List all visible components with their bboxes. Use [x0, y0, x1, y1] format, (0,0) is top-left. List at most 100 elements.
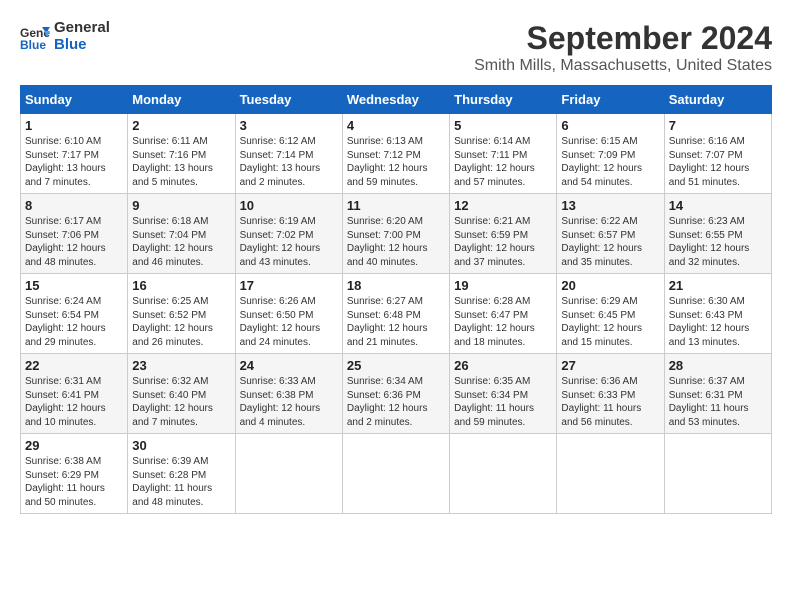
calendar-cell: 6 Sunrise: 6:15 AMSunset: 7:09 PMDaylight… — [557, 114, 664, 194]
day-number: 14 — [669, 198, 767, 213]
day-number: 4 — [347, 118, 445, 133]
title-area: September 2024 Smith Mills, Massachusett… — [474, 20, 772, 75]
day-info: Sunrise: 6:33 AMSunset: 6:38 PMDaylight:… — [240, 375, 338, 429]
header: General Blue General Blue September 2024… — [20, 20, 772, 75]
day-info: Sunrise: 6:32 AMSunset: 6:40 PMDaylight:… — [132, 375, 230, 429]
day-info: Sunrise: 6:24 AMSunset: 6:54 PMDaylight:… — [25, 295, 123, 349]
day-number: 30 — [132, 438, 230, 453]
weekday-header-tuesday: Tuesday — [235, 86, 342, 114]
day-number: 25 — [347, 358, 445, 373]
day-number: 24 — [240, 358, 338, 373]
day-info: Sunrise: 6:18 AMSunset: 7:04 PMDaylight:… — [132, 215, 230, 269]
calendar-cell: 2 Sunrise: 6:11 AMSunset: 7:16 PMDaylight… — [128, 114, 235, 194]
calendar-cell: 24 Sunrise: 6:33 AMSunset: 6:38 PMDayligh… — [235, 354, 342, 434]
week-row-4: 22 Sunrise: 6:31 AMSunset: 6:41 PMDayligh… — [21, 354, 772, 434]
day-info: Sunrise: 6:22 AMSunset: 6:57 PMDaylight:… — [561, 215, 659, 269]
calendar-cell: 25 Sunrise: 6:34 AMSunset: 6:36 PMDayligh… — [342, 354, 449, 434]
day-number: 10 — [240, 198, 338, 213]
day-number: 22 — [25, 358, 123, 373]
calendar-cell: 15 Sunrise: 6:24 AMSunset: 6:54 PMDayligh… — [21, 274, 128, 354]
day-info: Sunrise: 6:31 AMSunset: 6:41 PMDaylight:… — [25, 375, 123, 429]
calendar-cell: 20 Sunrise: 6:29 AMSunset: 6:45 PMDayligh… — [557, 274, 664, 354]
week-row-1: 1 Sunrise: 6:10 AMSunset: 7:17 PMDaylight… — [21, 114, 772, 194]
weekday-header-thursday: Thursday — [450, 86, 557, 114]
calendar-cell — [342, 434, 449, 514]
calendar-cell: 22 Sunrise: 6:31 AMSunset: 6:41 PMDayligh… — [21, 354, 128, 434]
logo-text-line1: General — [54, 20, 110, 37]
calendar-cell: 27 Sunrise: 6:36 AMSunset: 6:33 PMDayligh… — [557, 354, 664, 434]
day-info: Sunrise: 6:28 AMSunset: 6:47 PMDaylight:… — [454, 295, 552, 349]
day-number: 27 — [561, 358, 659, 373]
day-number: 6 — [561, 118, 659, 133]
week-row-5: 29 Sunrise: 6:38 AMSunset: 6:29 PMDayligh… — [21, 434, 772, 514]
calendar-cell: 1 Sunrise: 6:10 AMSunset: 7:17 PMDaylight… — [21, 114, 128, 194]
calendar-cell — [450, 434, 557, 514]
day-number: 18 — [347, 278, 445, 293]
calendar-cell — [557, 434, 664, 514]
weekday-header-monday: Monday — [128, 86, 235, 114]
calendar-cell: 16 Sunrise: 6:25 AMSunset: 6:52 PMDayligh… — [128, 274, 235, 354]
week-row-3: 15 Sunrise: 6:24 AMSunset: 6:54 PMDayligh… — [21, 274, 772, 354]
day-number: 1 — [25, 118, 123, 133]
weekday-header-wednesday: Wednesday — [342, 86, 449, 114]
weekday-header-friday: Friday — [557, 86, 664, 114]
day-number: 2 — [132, 118, 230, 133]
day-number: 29 — [25, 438, 123, 453]
day-number: 5 — [454, 118, 552, 133]
weekday-header-row: SundayMondayTuesdayWednesdayThursdayFrid… — [21, 86, 772, 114]
calendar-cell: 3 Sunrise: 6:12 AMSunset: 7:14 PMDaylight… — [235, 114, 342, 194]
day-number: 8 — [25, 198, 123, 213]
day-info: Sunrise: 6:34 AMSunset: 6:36 PMDaylight:… — [347, 375, 445, 429]
day-number: 9 — [132, 198, 230, 213]
day-info: Sunrise: 6:19 AMSunset: 7:02 PMDaylight:… — [240, 215, 338, 269]
calendar-cell: 11 Sunrise: 6:20 AMSunset: 7:00 PMDayligh… — [342, 194, 449, 274]
day-info: Sunrise: 6:20 AMSunset: 7:00 PMDaylight:… — [347, 215, 445, 269]
calendar-cell: 21 Sunrise: 6:30 AMSunset: 6:43 PMDayligh… — [664, 274, 771, 354]
day-info: Sunrise: 6:30 AMSunset: 6:43 PMDaylight:… — [669, 295, 767, 349]
day-number: 26 — [454, 358, 552, 373]
day-info: Sunrise: 6:23 AMSunset: 6:55 PMDaylight:… — [669, 215, 767, 269]
logo: General Blue General Blue — [20, 20, 110, 53]
day-number: 19 — [454, 278, 552, 293]
day-number: 21 — [669, 278, 767, 293]
calendar-cell: 5 Sunrise: 6:14 AMSunset: 7:11 PMDaylight… — [450, 114, 557, 194]
day-number: 11 — [347, 198, 445, 213]
calendar-cell: 23Sunrise: 6:32 AMSunset: 6:40 PMDayligh… — [128, 354, 235, 434]
calendar-cell — [235, 434, 342, 514]
weekday-header-sunday: Sunday — [21, 86, 128, 114]
calendar-cell: 9 Sunrise: 6:18 AMSunset: 7:04 PMDaylight… — [128, 194, 235, 274]
day-info: Sunrise: 6:35 AMSunset: 6:34 PMDaylight:… — [454, 375, 552, 429]
day-info: Sunrise: 6:15 AMSunset: 7:09 PMDaylight:… — [561, 135, 659, 189]
day-info: Sunrise: 6:25 AMSunset: 6:52 PMDaylight:… — [132, 295, 230, 349]
day-info: Sunrise: 6:14 AMSunset: 7:11 PMDaylight:… — [454, 135, 552, 189]
day-info: Sunrise: 6:29 AMSunset: 6:45 PMDaylight:… — [561, 295, 659, 349]
day-info: Sunrise: 6:12 AMSunset: 7:14 PMDaylight:… — [240, 135, 338, 189]
calendar-cell: 28 Sunrise: 6:37 AMSunset: 6:31 PMDayligh… — [664, 354, 771, 434]
day-info: Sunrise: 6:38 AMSunset: 6:29 PMDaylight:… — [25, 455, 123, 509]
day-info: Sunrise: 6:10 AMSunset: 7:17 PMDaylight:… — [25, 135, 123, 189]
day-info: Sunrise: 6:36 AMSunset: 6:33 PMDaylight:… — [561, 375, 659, 429]
logo-icon: General Blue — [20, 23, 50, 51]
day-number: 28 — [669, 358, 767, 373]
calendar-table: SundayMondayTuesdayWednesdayThursdayFrid… — [20, 85, 772, 514]
day-info: Sunrise: 6:11 AMSunset: 7:16 PMDaylight:… — [132, 135, 230, 189]
calendar-cell: 30 Sunrise: 6:39 AMSunset: 6:28 PMDayligh… — [128, 434, 235, 514]
week-row-2: 8Sunrise: 6:17 AMSunset: 7:06 PMDaylight… — [21, 194, 772, 274]
calendar-cell — [664, 434, 771, 514]
calendar-cell: 19 Sunrise: 6:28 AMSunset: 6:47 PMDayligh… — [450, 274, 557, 354]
weekday-header-saturday: Saturday — [664, 86, 771, 114]
calendar-cell: 29 Sunrise: 6:38 AMSunset: 6:29 PMDayligh… — [21, 434, 128, 514]
day-info: Sunrise: 6:37 AMSunset: 6:31 PMDaylight:… — [669, 375, 767, 429]
day-number: 16 — [132, 278, 230, 293]
day-info: Sunrise: 6:13 AMSunset: 7:12 PMDaylight:… — [347, 135, 445, 189]
day-number: 13 — [561, 198, 659, 213]
day-number: 3 — [240, 118, 338, 133]
calendar-cell: 8Sunrise: 6:17 AMSunset: 7:06 PMDaylight… — [21, 194, 128, 274]
svg-text:Blue: Blue — [20, 38, 46, 51]
day-number: 20 — [561, 278, 659, 293]
day-number: 17 — [240, 278, 338, 293]
day-info: Sunrise: 6:39 AMSunset: 6:28 PMDaylight:… — [132, 455, 230, 509]
day-number: 15 — [25, 278, 123, 293]
calendar-cell: 26 Sunrise: 6:35 AMSunset: 6:34 PMDayligh… — [450, 354, 557, 434]
day-info: Sunrise: 6:21 AMSunset: 6:59 PMDaylight:… — [454, 215, 552, 269]
